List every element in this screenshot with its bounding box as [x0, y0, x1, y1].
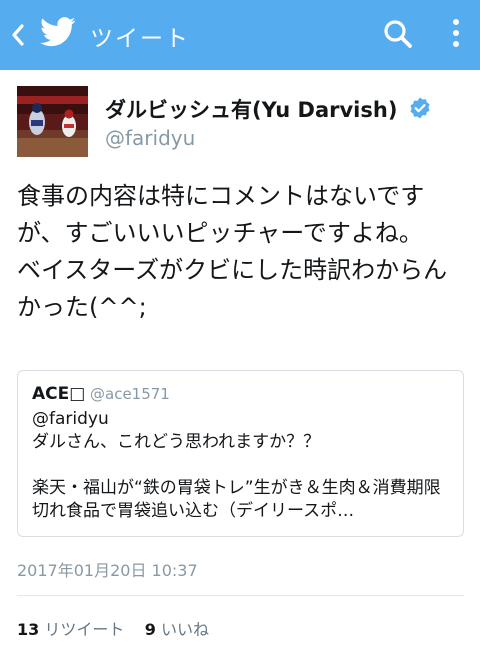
like-label: いいね — [160, 620, 209, 639]
back-icon[interactable] — [6, 17, 30, 53]
divider — [17, 595, 464, 596]
like-count: 9 — [144, 620, 156, 639]
avatar[interactable] — [17, 86, 88, 157]
search-icon[interactable] — [382, 18, 414, 50]
like-stat[interactable]: 9 いいね — [145, 620, 209, 639]
more-vertical-icon[interactable] — [446, 16, 466, 52]
user-handle[interactable]: @faridyu — [105, 126, 195, 150]
app-header: ツイート — [0, 0, 480, 70]
quoted-tweet-card[interactable]: ACE□ @ace1571 @faridyu ダルさん、これどう思われますか？？… — [17, 370, 464, 537]
retweet-label: リツイート — [44, 620, 125, 639]
verified-badge-icon — [408, 96, 432, 120]
display-name[interactable]: ダルビッシュ有(Yu Darvish) — [105, 94, 397, 124]
retweet-stat[interactable]: 13 リツイート — [17, 620, 124, 639]
tweet-text: 食事の内容は特にコメントはないですが、すごいいいピッチャーですよね。 ベイスター… — [17, 182, 448, 321]
tweet-stats: 13 リツイート 9 いいね — [17, 616, 209, 640]
quote-display-name: ACE□ — [32, 384, 86, 404]
retweet-count: 13 — [17, 620, 40, 639]
header-title: ツイート — [90, 26, 190, 52]
twitter-bird-icon — [40, 17, 76, 49]
quote-text: @faridyu ダルさん、これどう思われますか？？ 楽天・福山が“鉄の胃袋トレ… — [32, 409, 441, 521]
tweet-timestamp: 2017年01月20日 10:37 — [17, 561, 198, 580]
quote-handle: @ace1571 — [90, 385, 170, 403]
